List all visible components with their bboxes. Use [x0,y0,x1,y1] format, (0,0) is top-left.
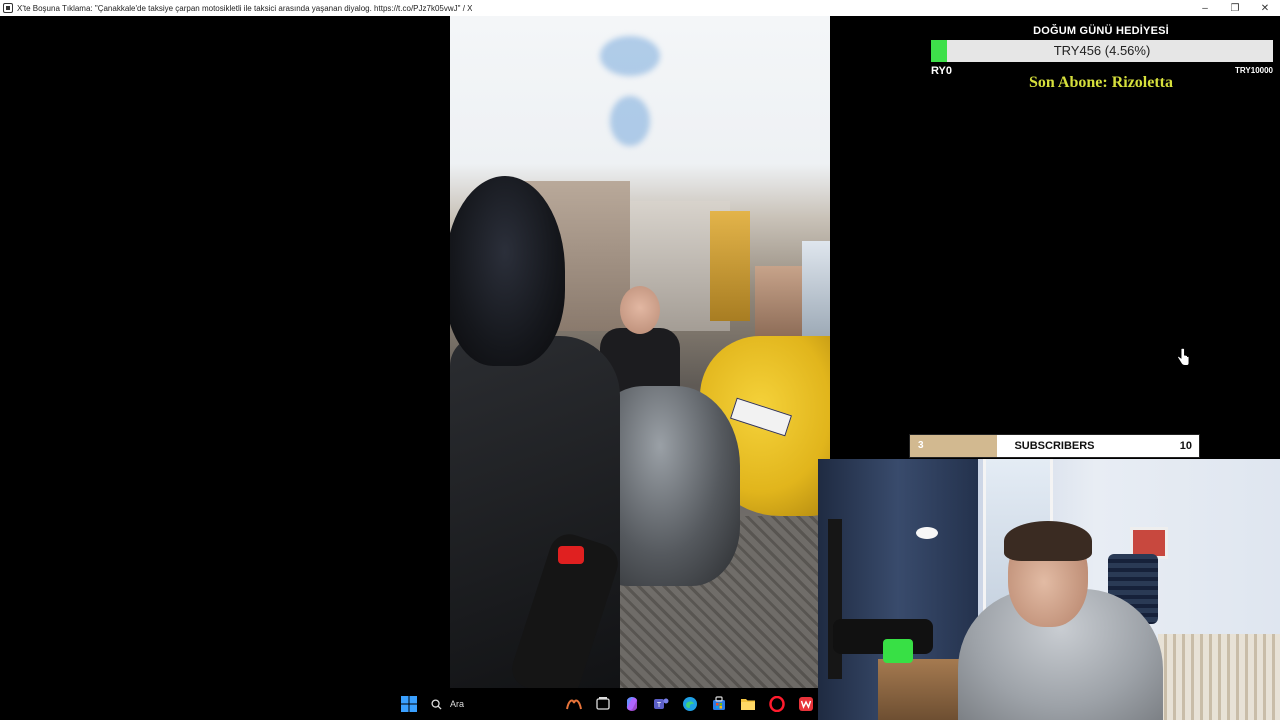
screen: X'te Boşuna Tıklama: "Çanakkale'de taksi… [0,0,1280,720]
video-player[interactable] [450,16,830,688]
window-title-bar[interactable]: X'te Boşuna Tıklama: "Çanakkale'de taksi… [0,0,1280,16]
donation-goal-progress-text: TRY456 (4.56%) [1053,43,1151,58]
subscribers-label: SUBSCRIBERS [1014,440,1095,452]
windows-start-icon[interactable] [394,688,423,720]
taskbar-search[interactable]: Ara [423,688,559,720]
opera-icon[interactable] [762,688,791,720]
streamer-hair [1004,521,1092,561]
store-icon[interactable] [704,688,733,720]
lamp [916,527,938,539]
taskbar-items: Ara T [394,688,820,720]
minimize-button[interactable]: – [1190,0,1220,16]
teams-icon[interactable]: T [646,688,675,720]
search-icon [431,698,442,710]
window-controls: – ❐ ✕ [1190,0,1280,16]
file-explorer-icon[interactable] [733,688,762,720]
app-window-icon [3,3,13,13]
taxi-driver-head [620,286,660,334]
wps-office-icon[interactable] [791,688,820,720]
webcam-feed [818,459,1280,720]
taskbar: Ara T [0,688,818,720]
green-light [883,639,913,663]
copilot-icon[interactable] [617,688,646,720]
widget-icon[interactable] [559,688,588,720]
sky-cloud [610,96,650,146]
red-indicator-light [558,546,584,564]
search-label: Ara [450,699,465,709]
subscribers-goal-count: 10 [1179,440,1192,452]
task-view-icon[interactable] [588,688,617,720]
donation-goal-title: DOĞUM GÜNÜ HEDİYESİ [1033,25,1169,37]
hand-cursor-icon [1177,348,1190,366]
maximize-button[interactable]: ❐ [1220,0,1250,16]
donation-goal-bar: TRY456 (4.56%) [931,40,1273,62]
mic-arm [828,519,842,679]
sky-cloud [600,36,660,76]
subscribers-goal-bar: 3 SUBSCRIBERS 10 [909,434,1200,458]
building [755,266,805,336]
edge-icon[interactable] [675,688,704,720]
building [710,211,750,321]
rider-helmet [450,176,565,366]
building [802,241,830,341]
close-button[interactable]: ✕ [1250,0,1280,16]
window-title: X'te Boşuna Tıklama: "Çanakkale'de taksi… [17,3,473,13]
last-subscriber-text: Son Abone: Rizoletta [1029,74,1173,91]
bed [1158,634,1280,720]
svg-text:T: T [656,702,661,709]
